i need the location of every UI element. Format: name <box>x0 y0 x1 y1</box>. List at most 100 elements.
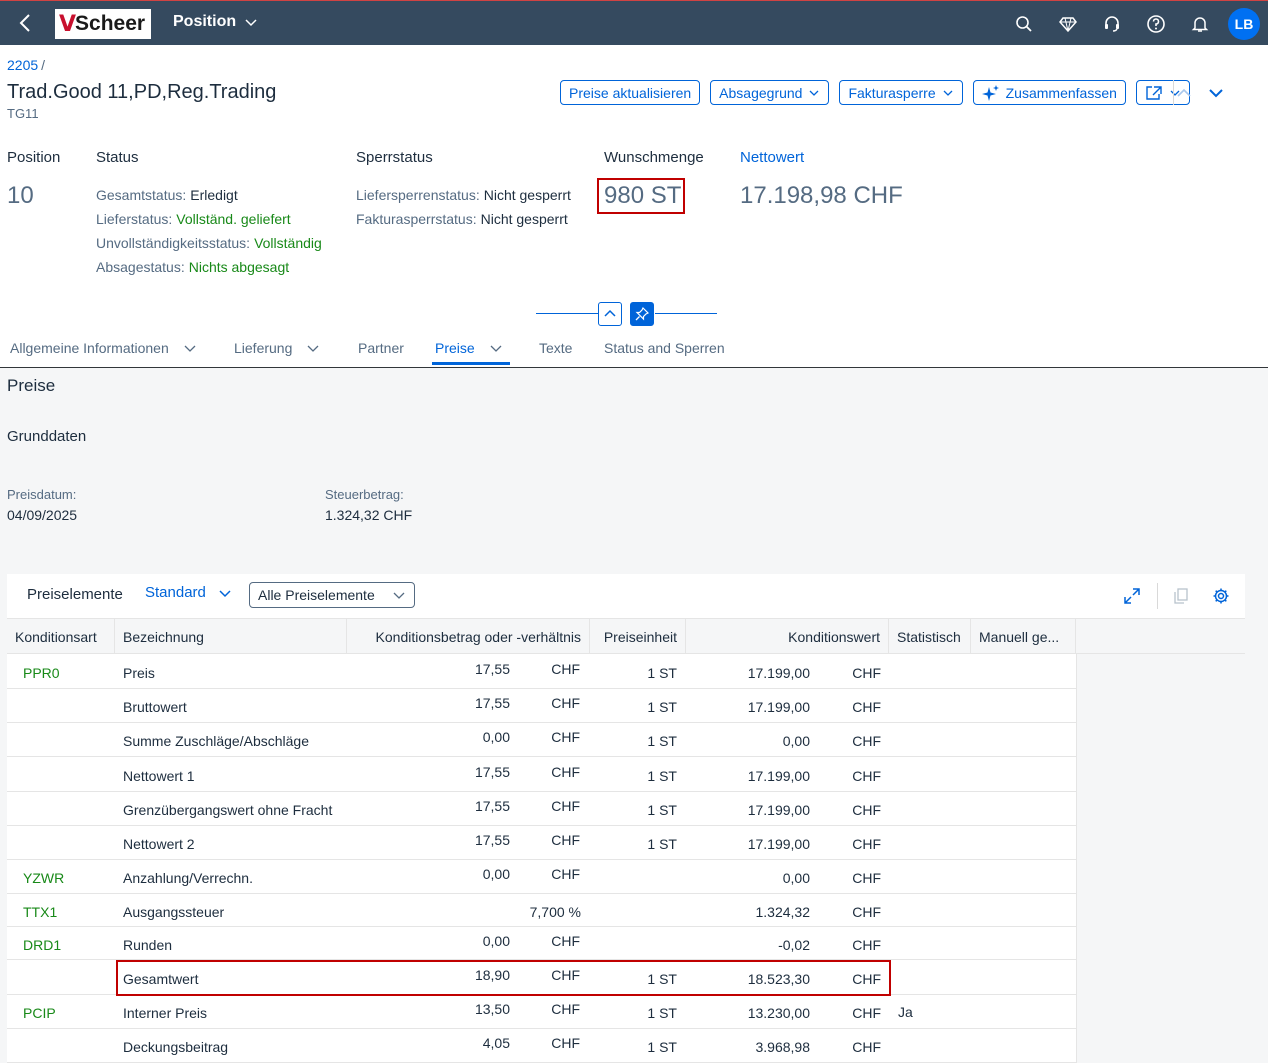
tab-delivery[interactable]: Lieferung <box>234 330 320 366</box>
table-row[interactable]: Deckungsbeitrag 4,05 CHF 1 ST 3.968,98 CHF <box>7 1029 1076 1063</box>
description-cell: Summe Zuschläge/Abschläge <box>123 733 309 749</box>
block-status-label: Sperrstatus <box>356 149 433 166</box>
divider <box>536 313 598 314</box>
value-currency-cell: CHF <box>852 904 881 920</box>
price-date-value: 04/09/2025 <box>7 507 78 523</box>
description-cell: Bruttowert <box>123 699 187 715</box>
chevron-down-icon <box>393 592 405 599</box>
settings-icon[interactable] <box>1210 585 1232 607</box>
description-cell: Nettowert 2 <box>123 836 195 852</box>
price-unit-cell: 1 ST <box>647 733 677 749</box>
divider <box>1157 583 1158 609</box>
condition-value-cell: 17.199,00 <box>747 665 810 681</box>
column-header[interactable]: Manuell ge... <box>971 619 1076 654</box>
divider <box>655 313 717 314</box>
table-row[interactable]: DRD1 Runden 0,00 CHF -0,02 CHF <box>7 927 1076 960</box>
column-header[interactable]: Bezeichnung <box>115 619 347 654</box>
diamond-icon[interactable] <box>1046 2 1090 46</box>
amount-cell: 13,50 <box>474 1001 510 1017</box>
user-avatar[interactable]: LB <box>1228 7 1260 40</box>
amount-currency-cell: CHF <box>551 661 580 677</box>
price-unit-cell: 1 ST <box>647 836 677 852</box>
tab-prices[interactable]: Preise <box>435 330 503 366</box>
value-currency-cell: CHF <box>852 870 881 886</box>
tax-amount-label: Steuerbetrag: <box>325 487 404 502</box>
table-row[interactable]: PPR0 Preis 17,55 CHF 1 ST 17.199,00 CHF <box>7 654 1076 689</box>
table-row[interactable]: TTX1 Ausgangssteuer 7,700 % 1.324,32 CHF <box>7 894 1076 927</box>
delivery-status: Lieferstatus: Vollständ. geliefert <box>96 211 291 227</box>
table-row[interactable]: PCIP Interner Preis 13,50 CHF 1 ST 13.230,00 C… <box>7 995 1076 1029</box>
condition-value-cell: 0,00 <box>782 870 810 886</box>
value-currency-cell: CHF <box>852 802 881 818</box>
price-unit-cell: 1 ST <box>647 699 677 715</box>
amount-currency-cell: CHF <box>551 933 580 949</box>
app-title-menu[interactable]: Position <box>173 13 258 31</box>
billing-block-button[interactable]: Fakturasperre <box>839 80 963 105</box>
value-currency-cell: CHF <box>852 1039 881 1055</box>
amount-cell: 0,00 <box>482 729 510 745</box>
condition-value-cell: 1.324,32 <box>755 904 811 920</box>
chevron-up-icon <box>604 309 616 317</box>
delivery-block-status: Liefersperrenstatus: Nicht gesperrt <box>356 187 571 203</box>
table-row[interactable]: YZWR Anzahlung/Verrechn. 0,00 CHF 0,00 CHF <box>7 860 1076 894</box>
object-header: 2205/ Trad.Good 11,PD,Reg.Trading TG11 P… <box>0 45 1268 368</box>
next-item-icon[interactable] <box>1208 85 1224 101</box>
column-header[interactable]: Konditionsbetrag oder -verhältnis <box>347 619 590 654</box>
chevron-down-icon <box>307 345 319 352</box>
fullscreen-icon[interactable] <box>1121 585 1143 607</box>
table-row[interactable]: Bruttowert 17,55 CHF 1 ST 17.199,00 CHF <box>7 689 1076 723</box>
collapse-header-button[interactable] <box>598 302 622 326</box>
column-header[interactable]: Preiseinheit <box>590 619 686 654</box>
condition-type-cell[interactable]: PCIP <box>23 1005 56 1021</box>
value-currency-cell: CHF <box>852 768 881 784</box>
headset-icon[interactable] <box>1090 2 1134 46</box>
condition-type-cell[interactable]: DRD1 <box>23 937 61 953</box>
condition-type-cell[interactable]: TTX1 <box>23 904 57 920</box>
column-header[interactable]: Konditionsart <box>7 619 115 654</box>
column-header[interactable]: Statistisch <box>889 619 971 654</box>
condition-type-cell[interactable]: PPR0 <box>23 665 60 681</box>
pin-header-button[interactable] <box>630 302 654 326</box>
condition-value-cell: 17.199,00 <box>747 699 810 715</box>
tab-texts[interactable]: Texte <box>539 330 572 366</box>
tab-general-info[interactable]: Allgemeine Informationen <box>10 330 197 366</box>
position-value: 10 <box>7 182 34 209</box>
search-icon[interactable] <box>1002 2 1046 46</box>
rejection-status: Absagestatus: Nichts abgesagt <box>96 259 290 275</box>
amount-currency-cell: CHF <box>551 764 580 780</box>
price-elements-filter-select[interactable]: Alle Preiselemente <box>249 582 415 608</box>
net-value-label[interactable]: Nettowert <box>740 149 804 166</box>
app-title: Position <box>173 13 237 30</box>
update-prices-button[interactable]: Preise aktualisieren <box>560 80 701 105</box>
company-logo[interactable]: V Scheer <box>55 9 151 39</box>
description-cell: Preis <box>123 665 155 681</box>
subsection-title: Grunddaten <box>7 428 87 445</box>
table-row[interactable]: Grenzübergangswert ohne Fracht 17,55 CHF 1 … <box>7 792 1076 826</box>
table-body: PPR0 Preis 17,55 CHF 1 ST 17.199,00 CHF Bruttow… <box>7 654 1076 1063</box>
breadcrumb-link[interactable]: 2205 <box>7 57 38 73</box>
price-date-label: Preisdatum: <box>7 487 77 502</box>
table-row[interactable]: Nettowert 2 17,55 CHF 1 ST 17.199,00 CHF <box>7 826 1076 860</box>
table-row[interactable]: Summe Zuschläge/Abschläge 0,00 CHF 1 ST 0,00… <box>7 723 1076 757</box>
highlight-box <box>597 178 685 214</box>
copy-icon[interactable] <box>1170 585 1192 607</box>
amount-cell: 4,05 <box>482 1035 510 1051</box>
tab-status-blocks[interactable]: Status and Sperren <box>604 330 725 366</box>
previous-item-icon[interactable] <box>1176 85 1192 101</box>
rejection-reason-button[interactable]: Absagegrund <box>710 80 830 105</box>
variant-selector[interactable]: Standard <box>145 584 232 601</box>
amount-cell: 17,55 <box>474 661 510 677</box>
breadcrumb: 2205/ <box>7 57 45 73</box>
column-header[interactable]: Konditionswert <box>686 619 889 654</box>
help-icon[interactable] <box>1134 2 1178 46</box>
price-unit-cell: 1 ST <box>647 1005 677 1021</box>
table-row[interactable]: Nettowert 1 17,55 CHF 1 ST 17.199,00 CHF <box>7 757 1076 792</box>
amount-currency-cell: CHF <box>551 1035 580 1051</box>
condition-value-cell: 17.199,00 <box>747 802 810 818</box>
amount-currency-cell: CHF <box>551 798 580 814</box>
summarize-button[interactable]: Zusammenfassen <box>972 80 1126 105</box>
condition-type-cell[interactable]: YZWR <box>23 870 64 886</box>
back-icon[interactable] <box>14 11 38 35</box>
bell-icon[interactable] <box>1178 2 1222 46</box>
tab-partner[interactable]: Partner <box>358 330 404 366</box>
